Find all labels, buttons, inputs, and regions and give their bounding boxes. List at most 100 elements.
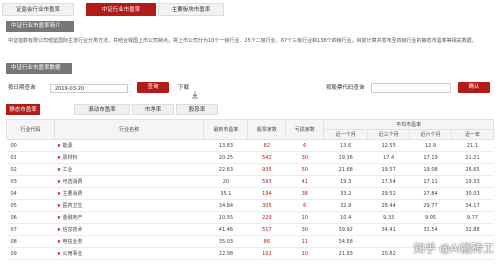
tab-dividend-yield[interactable]: 股息率 [176,104,218,115]
cell-code: 08 [6,235,55,248]
table-row[interactable]: 02 ▼ 工业 22.63 935 50 21.68 19.57 19.08 26.65 [6,163,494,176]
download-icon[interactable] [191,84,199,99]
cell-m6: 9.05 [409,211,452,224]
cell-stocks[interactable]: 305 [247,199,286,212]
download-label[interactable]: 下载 [178,83,189,93]
cell-stocks[interactable]: 82 [247,139,286,152]
header-1m: 近一个月 [323,129,369,140]
expand-triangle-icon[interactable]: ▼ [57,143,60,148]
cell-name: ▼ 信息技术 [54,223,204,236]
cell-latest: 20.25 [203,151,248,164]
stock-code-input[interactable] [371,83,451,93]
table-row[interactable]: 06 ▼ 金融地产 10.55 229 10 10.4 9.33 9.05 9.77 [6,211,494,224]
header-average-pe: 平均市盈率 [323,119,494,130]
cell-stocks[interactable]: 229 [247,211,286,224]
industry-name: 电信业务 [62,239,83,245]
cell-m3: 17.54 [367,175,410,188]
cell-loss[interactable]: 30 [285,151,324,164]
cell-code: 03 [6,175,55,188]
cell-m1: 39.92 [323,223,368,236]
industry-name: 工业 [62,167,73,173]
industry-name: 公用事业 [62,251,83,257]
industry-name: 主要消费 [62,191,83,197]
cell-y1: 9.77 [451,211,494,224]
cell-latest: 10.55 [203,211,248,224]
cell-code: 07 [6,223,55,236]
cell-loss[interactable]: 30 [285,223,324,236]
cell-name: ▼ 工业 [54,163,204,176]
cell-name: ▼ 电信业务 [54,235,204,248]
expand-triangle-icon[interactable]: ▼ [57,167,60,172]
header-stock-count: 股票家数 [247,119,287,140]
table-row[interactable]: 00 ▼ 能源 13.83 82 6 13.6 12.55 12.9 21.1 [6,139,494,152]
cell-m3: 12.55 [367,139,410,152]
cell-loss[interactable]: 6 [285,139,324,152]
cell-loss[interactable]: 10 [285,211,324,224]
watermark: 知乎 @AI搬砖工 [413,242,494,255]
cell-loss[interactable]: 41 [285,175,324,188]
expand-triangle-icon[interactable]: ▼ [57,239,60,244]
confirm-button[interactable]: 确认 [458,82,490,93]
cell-latest: 22.63 [203,163,248,176]
cell-loss[interactable]: 6 [285,199,324,212]
table-row[interactable]: 05 ▼ 医药卫生 34.84 305 6 32.9 28.44 29.77 34.17 [6,199,494,212]
tab-static-pe[interactable]: 静态市盈率 [6,104,40,115]
industry-name: 信息技术 [62,227,83,233]
tab-rolling-pe[interactable]: 滚动市盈率 [74,104,130,115]
header-name: 行业名称 [53,119,205,140]
header-loss-count: 亏损家数 [285,119,325,140]
cell-m1: 19.3 [323,175,368,188]
cell-stocks[interactable]: 935 [247,163,286,176]
table-row[interactable]: 01 ▼ 原材料 20.25 542 30 19.36 17.4 17.19 21.21 [6,151,494,164]
tab-pb-ratio[interactable]: 市净率 [132,104,174,115]
tab-csrc-industry-pe[interactable]: 证监会行业市盈率 [2,3,74,16]
cell-m1: 33.2 [323,187,368,200]
cell-m3 [367,235,410,248]
cell-loss[interactable]: 38 [285,187,324,200]
cell-stocks[interactable]: 542 [247,151,286,164]
cell-latest: 41.46 [203,223,248,236]
cell-name: ▼ 能源 [54,139,204,152]
cell-y1: 21.1 [451,139,494,152]
date-input[interactable]: 2019-03-20 [50,84,128,93]
cell-m6: 27.84 [409,187,452,200]
cell-name: ▼ 原材料 [54,151,204,164]
cell-stocks[interactable]: 194 [247,187,286,200]
expand-triangle-icon[interactable]: ▼ [57,203,60,208]
cell-latest: 20 [203,175,248,188]
cell-stocks[interactable]: 102 [247,247,286,260]
tab-main-board-pe[interactable]: 主要板块市盈率 [158,3,224,16]
expand-triangle-icon[interactable]: ▼ [57,191,60,196]
cell-m6: 12.9 [409,139,452,152]
cell-stocks[interactable]: 517 [247,223,286,236]
industry-name: 可选消费 [62,179,83,185]
cell-m3: 34.41 [367,223,410,236]
cell-m3: 29.52 [367,187,410,200]
cell-loss[interactable]: 11 [285,235,324,248]
query-button[interactable]: 查询 [137,82,169,93]
cell-latest: 22.98 [203,247,248,260]
tab-csi-industry-pe[interactable]: 中证行业市盈率 [86,3,156,16]
cell-m3: 28.44 [367,199,410,212]
expand-triangle-icon[interactable]: ▼ [57,155,60,160]
header-latest-pe: 最新市盈率 [203,119,249,140]
expand-triangle-icon[interactable]: ▼ [57,215,60,220]
cell-latest: 13.83 [203,139,248,152]
expand-triangle-icon[interactable]: ▼ [57,251,60,256]
table-row[interactable]: 03 ▼ 可选消费 20 593 41 19.3 17.54 17.11 19.33 [6,175,494,188]
header-1y: 近一年 [451,129,494,140]
cell-name: ▼ 金融地产 [54,211,204,224]
table-row[interactable]: 04 ▼ 主要消费 35.1 194 38 33.2 29.52 27.84 30.03 [6,187,494,200]
header-code: 行业代码 [6,119,55,140]
cell-code: 02 [6,163,55,176]
cell-stocks[interactable]: 593 [247,175,286,188]
cell-loss[interactable]: 50 [285,163,324,176]
cell-loss[interactable]: 10 [285,247,324,260]
cell-m3: 19.57 [367,163,410,176]
expand-triangle-icon[interactable]: ▼ [57,179,60,184]
cell-stocks[interactable]: 86 [247,235,286,248]
cell-code: 05 [6,199,55,212]
table-row[interactable]: 07 ▼ 信息技术 41.46 517 30 39.92 34.41 31.54 32.88 [6,223,494,236]
expand-triangle-icon[interactable]: ▼ [57,227,60,232]
industry-name: 医药卫生 [62,203,83,209]
